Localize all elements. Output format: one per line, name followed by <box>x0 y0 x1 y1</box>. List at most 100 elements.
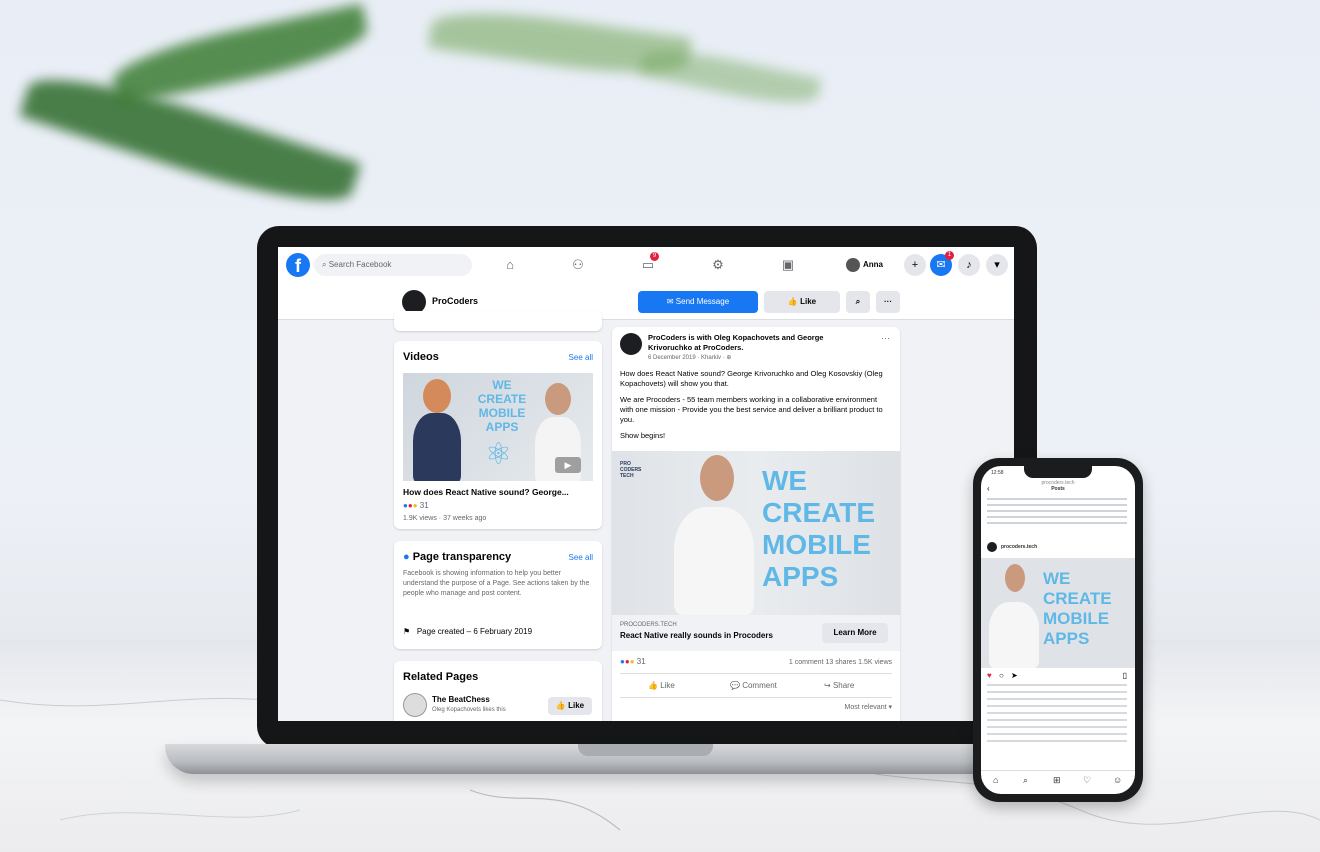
transparency-title-text: Page transparency <box>412 551 512 563</box>
post-more-button[interactable]: ··· <box>881 333 890 343</box>
phone-share-icon[interactable]: ➤ <box>1011 671 1018 680</box>
page-header-bar: ProCoders ✉ Send Message 👍 Like ⌕ ··· <box>278 285 1014 320</box>
search-icon: ⌕ <box>322 260 329 269</box>
caret-icon[interactable]: ▾ <box>986 254 1008 276</box>
like-action-label: Like <box>660 681 675 690</box>
search-placeholder: Search Facebook <box>328 260 392 269</box>
phone-post-image[interactable]: WE CREATE MOBILE APPS <box>981 558 1135 668</box>
post-author-line-1[interactable]: ProCoders is with Oleg Kopachovets and G… <box>648 333 823 342</box>
phone-post-handle: procoders.tech <box>1001 544 1038 550</box>
related-page-name[interactable]: The BeatChess <box>432 695 490 704</box>
post-reactions: ●●● 31 <box>620 657 646 666</box>
phone-heart-icon[interactable]: ♥ <box>987 671 992 680</box>
phone-caption-lines <box>987 498 1127 526</box>
comment-action-label: Comment <box>742 681 777 690</box>
thumb-text-4: APPS <box>485 420 519 434</box>
phone-activity-icon[interactable]: ♡ <box>1083 775 1091 786</box>
phone-save-icon[interactable]: ▯ <box>1123 671 1127 680</box>
learn-more-button[interactable]: Learn More <box>822 623 888 643</box>
search-input[interactable]: ⌕ Search Facebook <box>314 254 472 276</box>
page-more-button[interactable]: ··· <box>876 291 900 313</box>
thumb-text-3: MOBILE <box>478 406 526 420</box>
react-logo-icon: ⚛ <box>485 438 512 471</box>
like-page-button[interactable]: 👍 Like <box>764 291 840 313</box>
profile-chip[interactable]: Anna <box>846 255 883 275</box>
post-image-text-3: MOBILE <box>762 529 871 560</box>
phone-add-icon[interactable]: ⊞ <box>1053 775 1061 786</box>
phone-back-icon[interactable]: ‹ <box>987 484 990 493</box>
leaf-decoration <box>638 41 822 113</box>
gaming-icon[interactable]: ▣ <box>778 256 798 274</box>
bell-icon[interactable]: ♪ <box>958 254 980 276</box>
plus-icon[interactable]: + <box>904 254 926 276</box>
person-left-head <box>423 379 451 413</box>
phone-image-text-1: WE <box>1043 569 1071 588</box>
related-pages-card: Related Pages The BeatChess Oleg Kopacho… <box>394 661 602 721</box>
post-actions-divider <box>620 673 892 674</box>
laptop-screen: f ⌕ Search Facebook ⌂ ⚇ ▭ 9 ⚙ ▣ Anna + ✉… <box>278 247 1014 721</box>
videos-title: Videos <box>403 351 439 363</box>
post-image[interactable]: PRO CODERS TECH WE CREATE MOBILE APPS <box>612 451 900 615</box>
post-paragraph-2: We are Procoders - 55 team members worki… <box>620 395 883 424</box>
post-paragraph-1: How does React Native sound? George Kriv… <box>620 369 883 388</box>
post-date: 6 December 2019 · Kharkiv · ⊕ <box>648 355 732 361</box>
related-pages-title: Related Pages <box>403 671 479 683</box>
post-image-text-1: WE <box>762 465 808 496</box>
phone-comments-lines <box>987 684 1127 746</box>
phone-header-title: Posts <box>1051 486 1065 492</box>
messenger-icon[interactable]: ✉ 1 <box>930 251 954 276</box>
videos-card: Videos See all WE CREATE MOBILE APPS ⚛ ▶… <box>394 341 602 529</box>
home-icon[interactable]: ⌂ <box>500 256 520 274</box>
post-image-text-2: CREATE <box>762 497 876 528</box>
phone-comment-icon[interactable]: ○ <box>999 671 1004 680</box>
watch-icon[interactable]: ▭ 9 <box>638 252 659 274</box>
page-created-row: ⚑ Page created – 6 February 2019 <box>403 627 532 636</box>
page-created-text: Page created – 6 February 2019 <box>416 627 533 636</box>
person-left <box>413 413 461 481</box>
video-reaction-count: 31 <box>419 501 429 510</box>
phone-search-icon[interactable]: ⌕ <box>1023 775 1028 786</box>
video-title[interactable]: How does React Native sound? George... <box>403 487 569 497</box>
send-message-button[interactable]: ✉ Send Message <box>638 291 758 313</box>
leaf-decoration <box>107 3 373 107</box>
phone-home-icon[interactable]: ⌂ <box>993 775 998 785</box>
comment-action-button[interactable]: 💬 Comment <box>730 681 777 690</box>
comment-sort-dropdown[interactable]: Most relevant ▾ <box>845 703 892 713</box>
laptop-hinge-notch <box>578 744 713 756</box>
flag-icon: ⚑ <box>403 627 411 636</box>
post-author-line-2[interactable]: Krivoruchko at ProCoders. <box>648 343 743 352</box>
facebook-top-nav: f ⌕ Search Facebook ⌂ ⚇ ▭ 9 ⚙ ▣ Anna + ✉… <box>278 247 1014 286</box>
videos-see-all-link[interactable]: See all <box>569 353 593 362</box>
play-icon: ▶ <box>555 457 581 473</box>
page-name[interactable]: ProCoders <box>432 296 478 306</box>
photos-card-remnant <box>394 311 602 331</box>
related-page-avatar[interactable] <box>403 693 427 717</box>
phone-notch <box>1024 466 1092 478</box>
video-reactions: ●●● 31 <box>403 501 429 510</box>
post-stats[interactable]: 1 comment 13 shares 1.5K views <box>789 658 892 668</box>
like-action-button[interactable]: 👍 Like <box>648 681 675 690</box>
post-image-corner-logo: PRO CODERS TECH <box>620 461 642 479</box>
video-thumbnail[interactable]: WE CREATE MOBILE APPS ⚛ ▶ <box>403 373 593 481</box>
related-page-sub: Oleg Kopachovets likes this <box>432 707 506 713</box>
post-reaction-count: 31 <box>636 657 646 666</box>
friends-icon[interactable]: ⚇ <box>568 256 588 274</box>
post-paragraph-3: Show begins! <box>620 431 666 440</box>
link-title: React Native really sounds in Procoders <box>620 631 773 640</box>
related-like-label: Like <box>568 701 585 710</box>
page-search-button[interactable]: ⌕ <box>846 291 870 313</box>
phone-profile-icon[interactable]: ☺ <box>1113 775 1122 785</box>
related-like-button[interactable]: 👍 Like <box>548 697 592 715</box>
page-transparency-card: ● Page transparency See all Facebook is … <box>394 541 602 649</box>
phone-screen: 12:58 procoders.tech Posts ‹ procoders.t… <box>981 466 1135 794</box>
link-preview-bar[interactable]: PROCODERS.TECH React Native really sound… <box>612 615 900 651</box>
transparency-title: ● Page transparency <box>403 551 511 563</box>
person-right-head <box>545 383 571 415</box>
facebook-logo[interactable]: f <box>286 253 310 277</box>
post-author-avatar[interactable] <box>620 333 642 355</box>
transparency-see-all-link[interactable]: See all <box>569 553 593 562</box>
share-action-button[interactable]: ↪ Share <box>824 681 854 690</box>
groups-icon[interactable]: ⚙ <box>708 256 728 274</box>
phone-post-avatar <box>987 542 997 552</box>
phone-presenter-head <box>1005 564 1025 592</box>
